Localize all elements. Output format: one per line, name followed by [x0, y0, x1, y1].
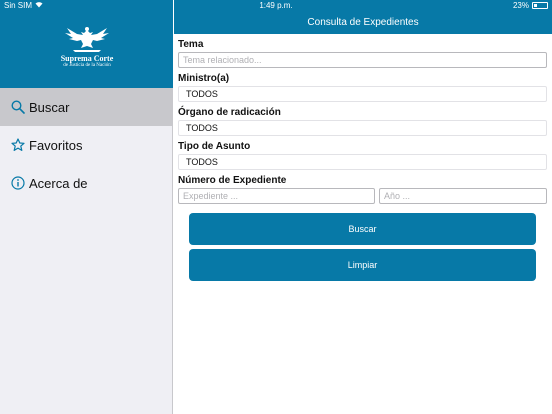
status-time: 1:49 p.m. — [259, 1, 293, 10]
status-bar: Sin SIM 1:49 p.m. 23% — [0, 0, 552, 12]
tipo-asunto-group: Tipo de Asunto TODOS — [178, 140, 547, 170]
sidebar-item-label: Buscar — [29, 99, 70, 115]
sidebar-header: Suprema Corte de Justicia de la Nación — [0, 0, 173, 88]
sidebar: Suprema Corte de Justicia de la Nación B… — [0, 0, 173, 414]
scjn-logo: Suprema Corte de Justicia de la Nación — [54, 24, 120, 78]
battery-percent: 23% — [512, 1, 529, 10]
anio-input[interactable]: Año ... — [379, 188, 547, 204]
sidebar-item-label: Favoritos — [29, 137, 83, 153]
sidebar-item-favoritos[interactable]: Favoritos — [0, 126, 173, 164]
organo-label: Órgano de radicación — [178, 107, 281, 118]
info-icon — [10, 175, 26, 191]
logo-title: Suprema Corte — [60, 54, 114, 63]
buscar-button[interactable]: Buscar — [189, 213, 536, 245]
logo-subtitle: de Justicia de la Nación — [63, 63, 111, 68]
ministro-group: Ministro(a) TODOS — [178, 72, 547, 102]
status-right: 23% — [513, 1, 548, 10]
expediente-input[interactable]: Expediente ... — [178, 188, 375, 204]
tema-group: Tema Tema relacionado... — [178, 38, 547, 68]
star-icon — [10, 137, 26, 153]
tipo-asunto-select[interactable]: TODOS — [178, 154, 547, 170]
tema-label: Tema — [178, 39, 204, 50]
limpiar-button[interactable]: Limpiar — [189, 249, 536, 281]
ministro-label: Ministro(a) — [178, 73, 230, 84]
search-form: Tema Tema relacionado... Ministro(a) TOD… — [178, 38, 547, 208]
expediente-row: Expediente ... Año ... — [178, 188, 547, 204]
expediente-label: Número de Expediente — [178, 175, 287, 186]
sidebar-item-label: Acerca de — [29, 175, 88, 191]
organo-group: Órgano de radicación TODOS — [178, 106, 547, 136]
sidebar-item-acerca-de[interactable]: Acerca de — [0, 164, 173, 202]
organo-select[interactable]: TODOS — [178, 120, 547, 136]
expediente-group: Número de Expediente Expediente ... Año … — [178, 174, 547, 204]
main-panel: Consulta de Expedientes Tema Tema relaci… — [174, 0, 552, 414]
sidebar-item-buscar[interactable]: Buscar — [0, 88, 173, 126]
eagle-emblem-icon — [65, 27, 109, 52]
search-icon — [10, 99, 26, 115]
tema-input[interactable]: Tema relacionado... — [178, 52, 547, 68]
tipo-asunto-label: Tipo de Asunto — [178, 141, 251, 152]
page-title: Consulta de Expedientes — [307, 17, 419, 28]
ministro-select[interactable]: TODOS — [178, 86, 547, 102]
sidebar-menu: Buscar Favoritos Acerca de — [0, 88, 173, 202]
battery-icon — [532, 2, 548, 9]
